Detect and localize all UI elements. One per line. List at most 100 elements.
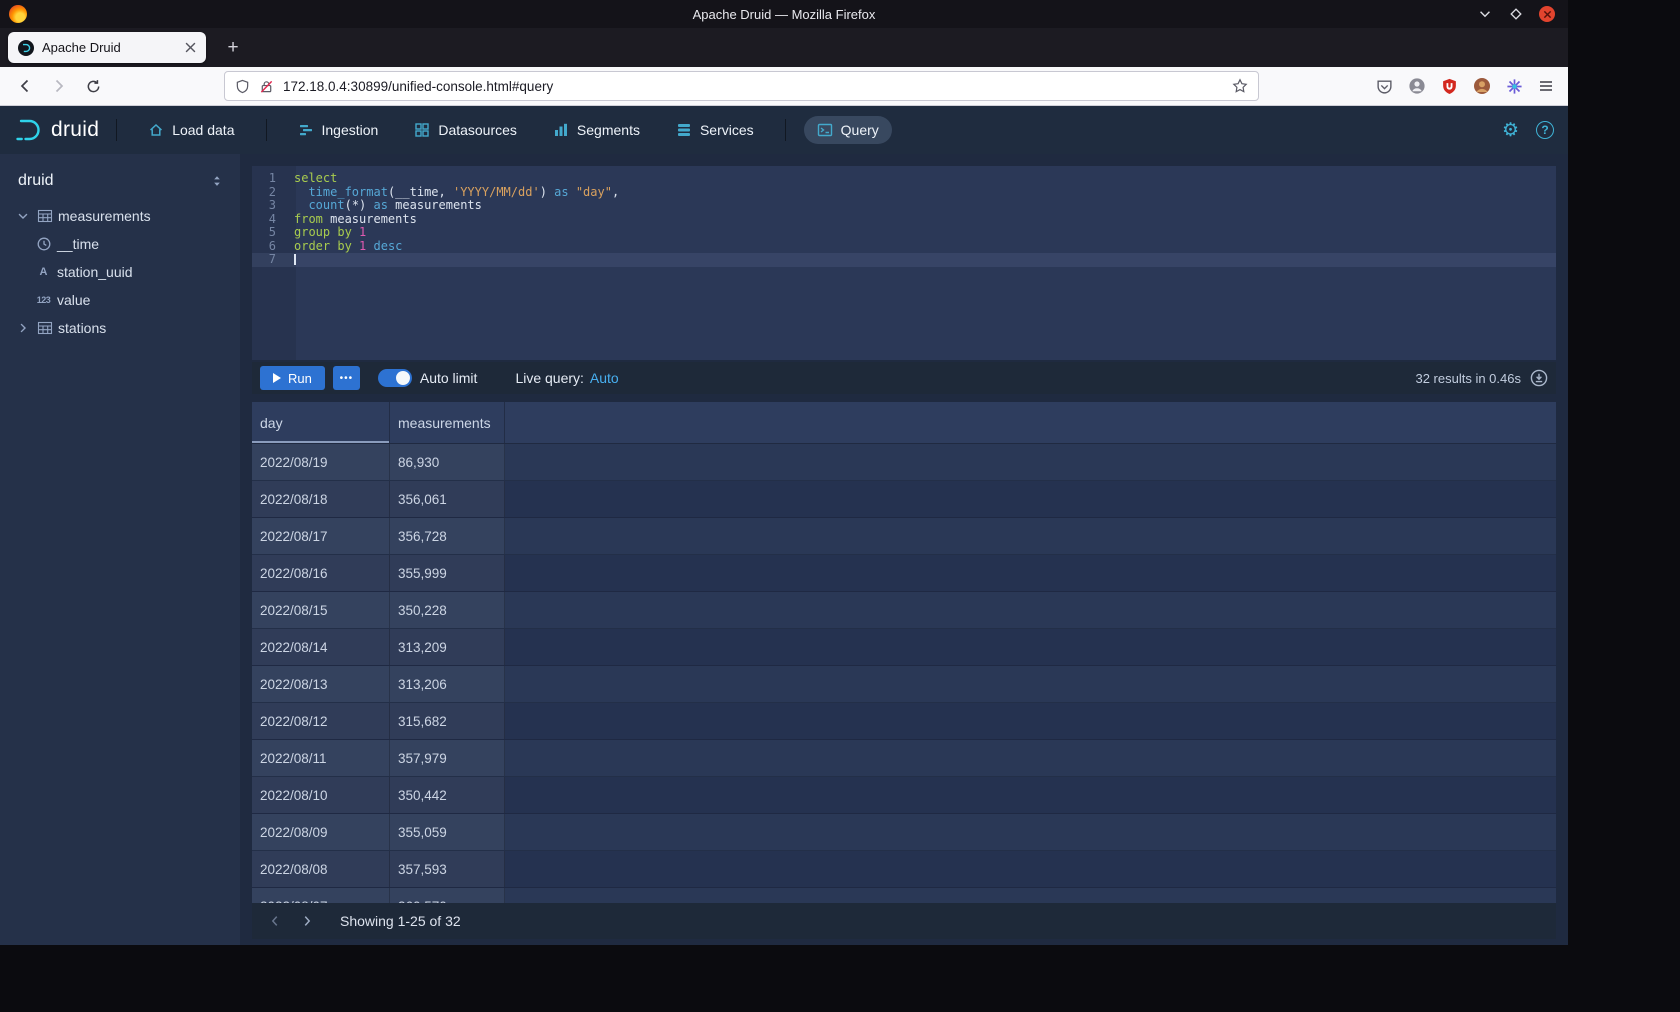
editor-line-2[interactable]: 2 time_format(__time, 'YYYY/MM/dd') as "…	[252, 186, 1556, 200]
editor-line-6[interactable]: 6order by 1 desc	[252, 240, 1556, 254]
nav-query[interactable]: Query	[804, 116, 892, 144]
account-icon[interactable]	[1408, 77, 1426, 95]
editor-line-1[interactable]: 1select	[252, 172, 1556, 186]
cell-day[interactable]: 2022/08/11	[252, 740, 390, 776]
result-info-group: 32 results in 0.46s	[1415, 369, 1548, 387]
ingestion-icon	[298, 122, 314, 138]
row-filler	[505, 777, 1556, 813]
cell-day[interactable]: 2022/08/18	[252, 481, 390, 517]
tab-close-icon[interactable]	[185, 42, 196, 53]
tree-item-stations[interactable]: stations	[0, 314, 240, 342]
druid-header: druid Load data Ingestion Datasources Segme…	[0, 106, 1568, 154]
cell-day[interactable]: 2022/08/07	[252, 888, 390, 903]
maximize-button[interactable]	[1507, 5, 1525, 23]
reload-button[interactable]	[78, 72, 108, 100]
window-title: Apache Druid — Mozilla Firefox	[0, 7, 1568, 22]
run-more-button[interactable]: •••	[333, 366, 360, 390]
tree-item-station-uuid[interactable]: Astation_uuid	[0, 258, 240, 286]
cell-measurements[interactable]: 315,682	[390, 703, 505, 739]
ublock-icon[interactable]	[1441, 78, 1458, 95]
cell-day[interactable]: 2022/08/16	[252, 555, 390, 591]
cell-measurements[interactable]: 355,059	[390, 814, 505, 850]
editor-line-5[interactable]: 5group by 1	[252, 226, 1556, 240]
bookmark-star-icon[interactable]	[1232, 78, 1248, 94]
auto-limit-label: Auto limit	[420, 370, 478, 386]
row-filler	[505, 481, 1556, 517]
double-caret-icon[interactable]	[210, 174, 224, 188]
extension-pinwheel-icon[interactable]	[1506, 78, 1523, 95]
download-icon[interactable]	[1530, 369, 1548, 387]
back-button[interactable]	[10, 72, 40, 100]
forward-button[interactable]	[44, 72, 74, 100]
cell-measurements[interactable]: 350,228	[390, 592, 505, 628]
live-query-value[interactable]: Auto	[590, 370, 619, 386]
cell-day[interactable]: 2022/08/08	[252, 851, 390, 887]
insecure-lock-icon[interactable]	[259, 79, 274, 94]
next-page-button[interactable]	[294, 908, 320, 934]
table-row: 2022/08/08357,593	[252, 851, 1556, 888]
cell-day[interactable]: 2022/08/12	[252, 703, 390, 739]
nav-datasources[interactable]: Datasources	[401, 116, 530, 144]
menu-icon[interactable]	[1538, 78, 1554, 94]
table-row: 2022/08/18356,061	[252, 481, 1556, 518]
editor-line-7[interactable]: 7	[252, 253, 1556, 267]
nav-services[interactable]: Services	[663, 116, 767, 144]
nav-load-data[interactable]: Load data	[135, 116, 247, 144]
nav-label: Datasources	[438, 122, 517, 138]
sql-editor[interactable]: 1select2 time_format(__time, 'YYYY/MM/dd…	[252, 166, 1556, 360]
line-number: 3	[252, 199, 286, 213]
nav-segments[interactable]: Segments	[540, 116, 653, 144]
tree-label: value	[57, 292, 90, 308]
cell-measurements[interactable]: 350,442	[390, 777, 505, 813]
table-row: 2022/08/09355,059	[252, 814, 1556, 851]
auto-limit-toggle[interactable]	[378, 369, 412, 387]
profile-avatar[interactable]	[1473, 77, 1491, 95]
help-icon[interactable]: ?	[1536, 121, 1554, 139]
editor-line-3[interactable]: 3 count(*) as measurements	[252, 199, 1556, 213]
column-header-measurements[interactable]: measurements	[390, 402, 505, 443]
cell-day[interactable]: 2022/08/13	[252, 666, 390, 702]
table-row: 2022/08/15350,228	[252, 592, 1556, 629]
cell-measurements[interactable]: 360,570	[390, 888, 505, 903]
cell-day[interactable]: 2022/08/19	[252, 444, 390, 480]
tree-label: stations	[58, 320, 106, 336]
prev-page-button[interactable]	[262, 908, 288, 934]
cell-day[interactable]: 2022/08/15	[252, 592, 390, 628]
chevron-right-icon[interactable]	[14, 321, 31, 335]
run-button[interactable]: Run	[260, 366, 325, 390]
row-filler	[505, 444, 1556, 480]
cell-day[interactable]: 2022/08/17	[252, 518, 390, 554]
nav-ingestion[interactable]: Ingestion	[285, 116, 392, 144]
cell-measurements[interactable]: 355,999	[390, 555, 505, 591]
editor-line-4[interactable]: 4from measurements	[252, 213, 1556, 227]
tree-item---time[interactable]: __time	[0, 230, 240, 258]
line-number: 4	[252, 213, 286, 227]
schema-title: druid	[18, 172, 54, 190]
cell-day[interactable]: 2022/08/14	[252, 629, 390, 665]
schema-sidebar: druid measurements__timeAstation_uuid123…	[0, 154, 240, 945]
url-bar[interactable]: 172.18.0.4:30899/unified-console.html#qu…	[224, 71, 1259, 101]
cell-day[interactable]: 2022/08/09	[252, 814, 390, 850]
tree-item-measurements[interactable]: measurements	[0, 202, 240, 230]
cell-measurements[interactable]: 356,061	[390, 481, 505, 517]
tree-item-value[interactable]: 123value	[0, 286, 240, 314]
cell-measurements[interactable]: 357,593	[390, 851, 505, 887]
services-icon	[676, 122, 692, 138]
gear-icon[interactable]: ⚙	[1502, 121, 1519, 140]
druid-logo[interactable]: druid	[14, 116, 99, 144]
pocket-icon[interactable]	[1376, 78, 1393, 95]
chevron-down-icon[interactable]	[14, 209, 31, 223]
close-button[interactable]	[1538, 5, 1556, 23]
cell-measurements[interactable]: 356,728	[390, 518, 505, 554]
line-number: 7	[252, 253, 286, 267]
minimize-button[interactable]	[1476, 5, 1494, 23]
column-header-day[interactable]: day	[252, 402, 390, 443]
tracking-shield-icon[interactable]	[235, 79, 250, 94]
cell-measurements[interactable]: 313,206	[390, 666, 505, 702]
cell-measurements[interactable]: 86,930	[390, 444, 505, 480]
cell-measurements[interactable]: 313,209	[390, 629, 505, 665]
browser-tab[interactable]: Apache Druid	[8, 32, 206, 63]
cell-measurements[interactable]: 357,979	[390, 740, 505, 776]
cell-day[interactable]: 2022/08/10	[252, 777, 390, 813]
new-tab-button[interactable]: +	[220, 37, 246, 59]
